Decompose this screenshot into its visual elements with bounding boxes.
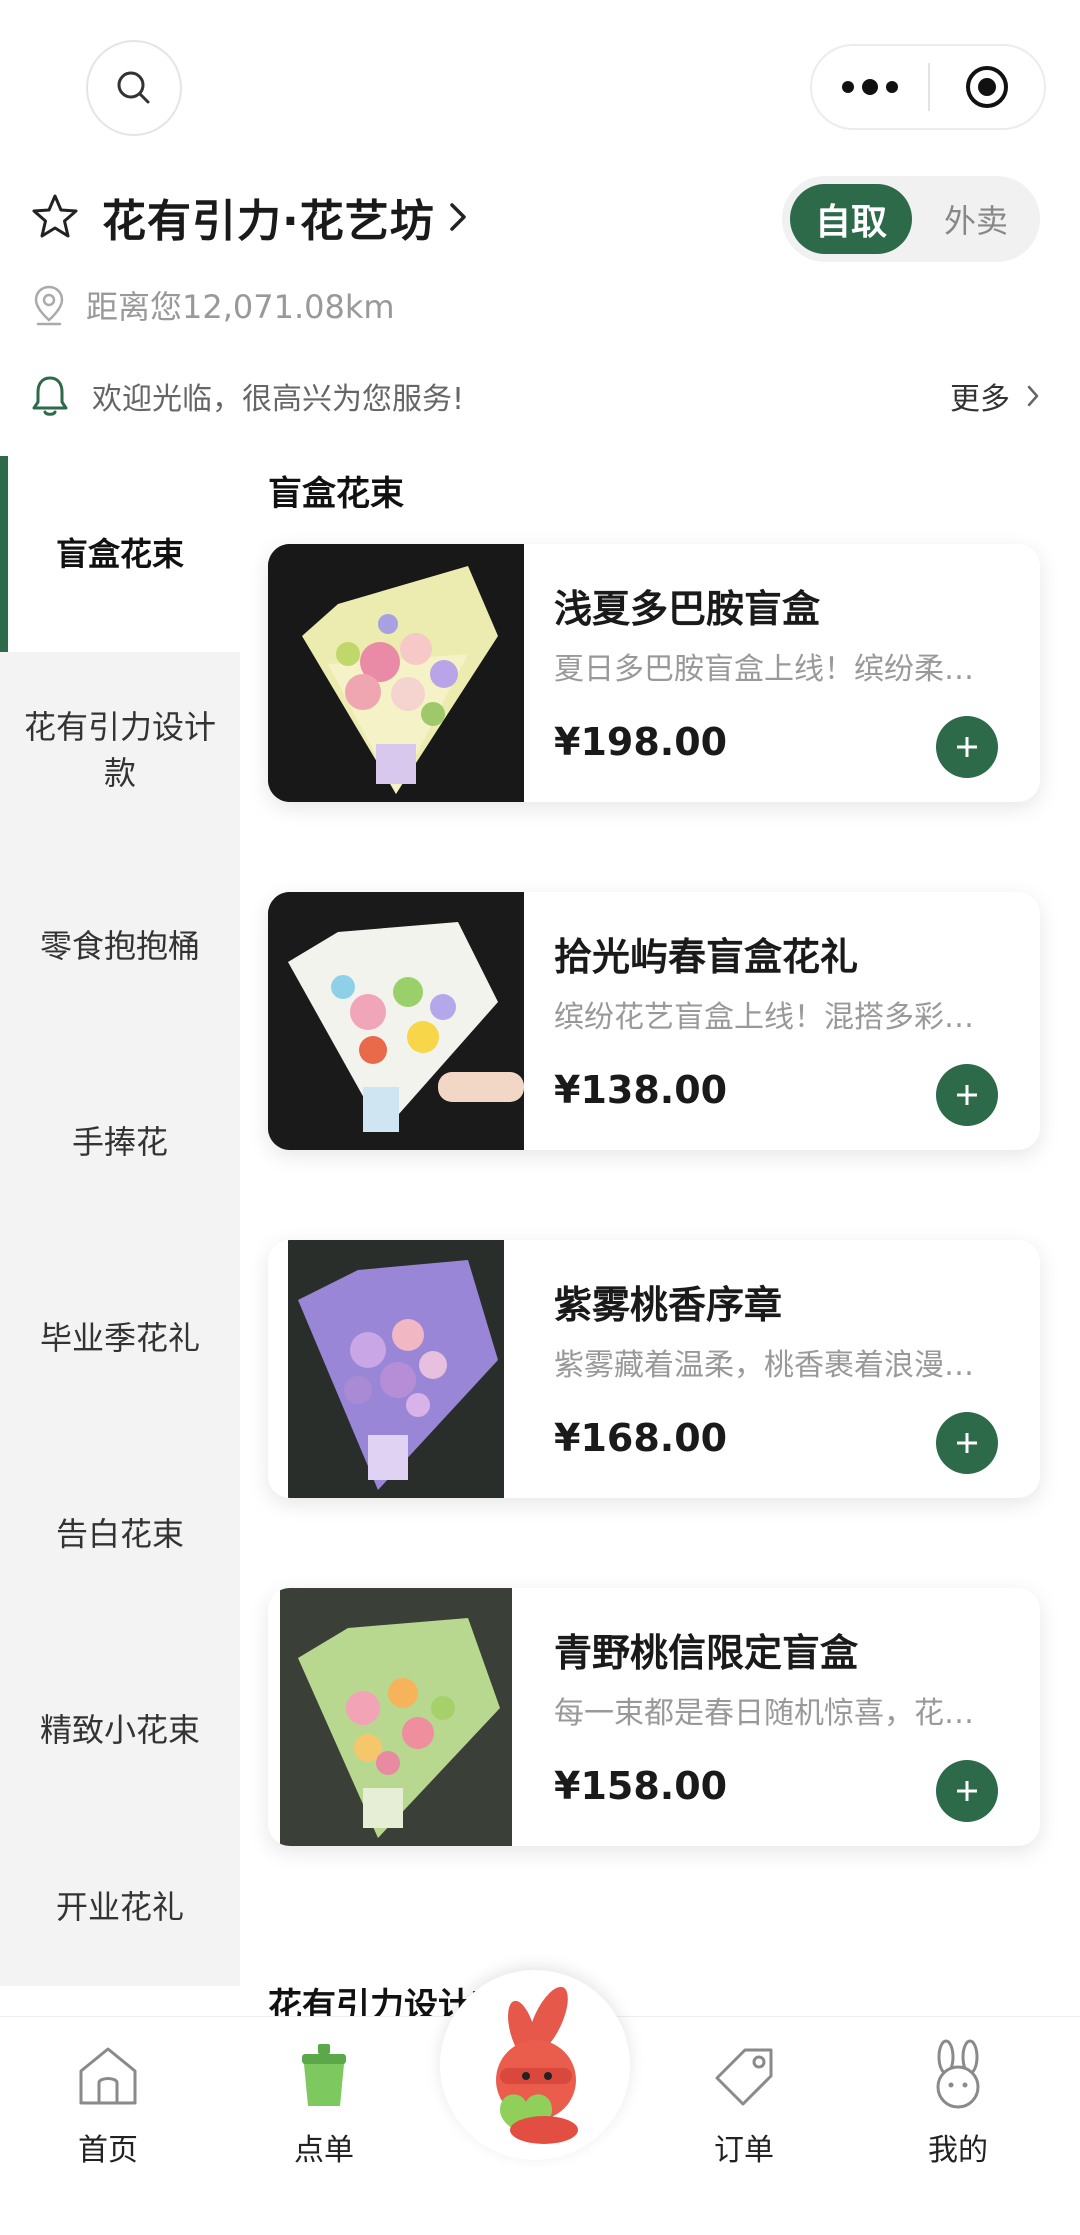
chevron-right-icon	[1027, 385, 1039, 407]
sidebar-item-label: 毕业季花礼	[39, 1319, 200, 1357]
product-price: ¥138.00	[554, 1068, 728, 1112]
bunny-icon	[918, 2035, 998, 2115]
target-icon	[966, 66, 1008, 108]
section-title: 盲盒花束	[268, 474, 404, 514]
notice-bar: 欢迎光临，很高兴为您服务! 更多	[30, 368, 1040, 424]
tab-home[interactable]: 首页	[38, 2035, 178, 2169]
plus-icon	[957, 1433, 977, 1453]
product-description: 紫雾藏着温柔，桃香裹着浪漫…	[554, 1348, 974, 1383]
search-icon	[117, 71, 150, 104]
mini-program-capsule	[810, 44, 1046, 130]
sidebar-item-design[interactable]: 花有引力设计款	[0, 652, 240, 848]
sidebar-item-label: 告白花束	[55, 1515, 184, 1553]
tab-mine[interactable]: 我的	[888, 2035, 1028, 2169]
center-mascot-button[interactable]	[440, 1970, 630, 2160]
sidebar-item-snack-bucket[interactable]: 零食抱抱桶	[0, 848, 240, 1044]
store-header[interactable]: 花有引力·花艺坊	[30, 186, 469, 248]
add-to-cart-button[interactable]	[936, 1412, 998, 1474]
sidebar-item-opening[interactable]: 开业花礼	[0, 1828, 240, 1986]
notice-text: 欢迎光临，很高兴为您服务!	[92, 382, 465, 417]
bucket-icon	[284, 2035, 364, 2115]
product-price: ¥198.00	[554, 720, 728, 764]
sidebar-item-graduation[interactable]: 毕业季花礼	[0, 1240, 240, 1436]
product-name: 紫雾桃香序章	[554, 1283, 783, 1327]
more-options-button[interactable]	[812, 46, 928, 128]
product-description: 夏日多巴胺盲盒上线！缤纷柔…	[554, 652, 974, 687]
sidebar-item-label: 盲盒花束	[55, 535, 184, 573]
product-image	[268, 544, 524, 802]
product-name: 浅夏多巴胺盲盒	[554, 587, 821, 631]
close-mini-program-button[interactable]	[930, 46, 1044, 128]
location-pin-icon	[34, 285, 64, 326]
store-name[interactable]: 花有引力·花艺坊	[102, 185, 435, 249]
delivery-mode-toggle[interactable]: 自取 外卖	[782, 176, 1040, 262]
sidebar-item-blind-box[interactable]: 盲盒花束	[0, 456, 240, 652]
category-sidebar: 盲盒花束 花有引力设计款 零食抱抱桶 手捧花 毕业季花礼 告白花束 精致小花束 …	[0, 456, 240, 1986]
tag-icon	[704, 2035, 784, 2115]
plus-icon	[957, 1085, 977, 1105]
product-description: 每一束都是春日随机惊喜，花…	[554, 1696, 974, 1731]
product-card[interactable]: 紫雾桃香序章 紫雾藏着温柔，桃香裹着浪漫… ¥168.00	[268, 1240, 1040, 1498]
product-price: ¥168.00	[554, 1416, 728, 1460]
product-image	[268, 1240, 524, 1498]
delivery-option[interactable]: 外卖	[920, 184, 1032, 254]
house-icon	[68, 2035, 148, 2115]
tab-orders[interactable]: 订单	[674, 2035, 814, 2169]
sidebar-item-label: 花有引力设计款	[23, 708, 216, 792]
sidebar-item-label: 零食抱抱桶	[39, 927, 200, 965]
sidebar-item-hand-bouquet[interactable]: 手捧花	[0, 1044, 240, 1240]
plus-icon	[957, 737, 977, 757]
sidebar-item-label: 手捧花	[71, 1123, 168, 1161]
distance-text: 距离您12,071.08km	[86, 288, 395, 326]
product-card[interactable]: 拾光屿春盲盒花礼 缤纷花艺盲盒上线！混搭多彩… ¥138.00	[268, 892, 1040, 1150]
pickup-option[interactable]: 自取	[790, 184, 912, 254]
star-icon[interactable]	[30, 192, 80, 242]
notice-more-link[interactable]: 更多	[950, 374, 1040, 418]
tab-label: 点单	[294, 2133, 354, 2168]
notice-more-label: 更多	[950, 382, 1010, 417]
plus-icon	[957, 1781, 977, 1801]
bunny-mascot-icon	[496, 1986, 578, 2144]
sidebar-item-confession[interactable]: 告白花束	[0, 1436, 240, 1632]
tab-label: 我的	[928, 2133, 988, 2168]
search-button[interactable]	[86, 40, 182, 136]
product-card[interactable]: 浅夏多巴胺盲盒 夏日多巴胺盲盒上线！缤纷柔… ¥198.00	[268, 544, 1040, 802]
add-to-cart-button[interactable]	[936, 1760, 998, 1822]
more-dots-icon	[842, 81, 854, 93]
tab-label: 首页	[78, 2133, 138, 2168]
sidebar-item-small-bouquet[interactable]: 精致小花束	[0, 1632, 240, 1828]
product-image	[268, 1588, 524, 1846]
product-name: 拾光屿春盲盒花礼	[554, 935, 859, 979]
product-card[interactable]: 青野桃信限定盲盒 每一束都是春日随机惊喜，花… ¥158.00	[268, 1588, 1040, 1846]
product-description: 缤纷花艺盲盒上线！混搭多彩…	[554, 1000, 974, 1035]
add-to-cart-button[interactable]	[936, 1064, 998, 1126]
sidebar-item-label: 精致小花束	[39, 1711, 200, 1749]
product-name: 青野桃信限定盲盒	[554, 1631, 859, 1675]
product-price: ¥158.00	[554, 1764, 728, 1808]
tab-order-food[interactable]: 点单	[254, 2035, 394, 2169]
bell-icon	[32, 376, 68, 416]
distance-row: 距离您12,071.08km	[32, 282, 395, 328]
product-image	[268, 892, 524, 1150]
sidebar-item-label: 开业花礼	[55, 1888, 184, 1926]
add-to-cart-button[interactable]	[936, 716, 998, 778]
tab-label: 订单	[714, 2133, 774, 2168]
chevron-right-icon[interactable]	[447, 200, 469, 234]
